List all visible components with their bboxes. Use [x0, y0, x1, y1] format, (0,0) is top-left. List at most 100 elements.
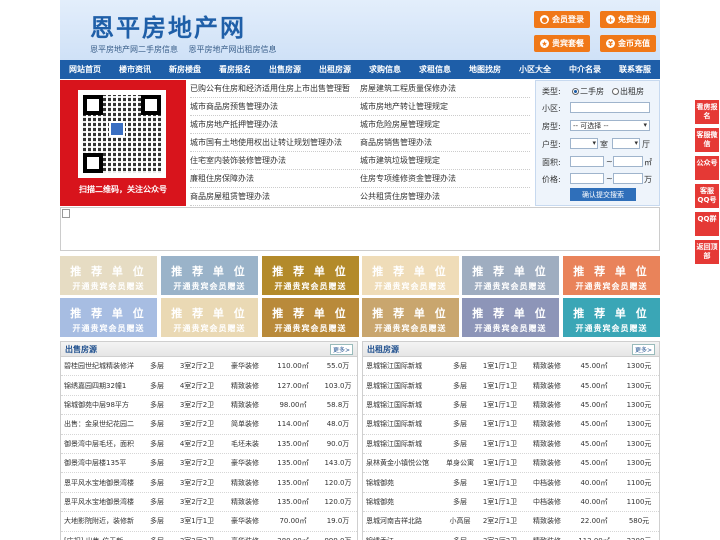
rent-listing-row[interactable]: 恩城锦江国际新城 多层 1室1厅1卫 精致装修 45.00㎡ 1300元	[363, 357, 659, 377]
listing-title[interactable]: 锦绣嘉园四期32幢1	[61, 381, 143, 391]
sale-listing-row[interactable]: 御景湾中层毛坯，面积 多层 4室2厅2卫 毛坯未装 135.00㎡ 90.0万	[61, 435, 357, 454]
listing-title[interactable]: [庆祝] 出售-位于新	[61, 536, 143, 540]
nav-communities[interactable]: 小区大全	[519, 64, 551, 75]
coin-recharge-button[interactable]: ¥ 金币充值	[600, 35, 656, 52]
recommend-unit[interactable]: 推 荐 单 位开通贵宾会员赠送	[563, 256, 660, 295]
type-rental-radio[interactable]: 出租房	[612, 86, 644, 97]
nav-home[interactable]: 网站首页	[69, 64, 101, 75]
rent-listing-row[interactable]: 恩城锦江国际新城 多层 1室1厅1卫 精致装修 45.00㎡ 1300元	[363, 376, 659, 396]
rent-listing-row[interactable]: 锦城御苑 多层 1室1厅1卫 中档装修 40.00㎡ 1100元	[363, 473, 659, 493]
listing-title[interactable]: 锦城御苑	[363, 497, 445, 507]
room-select[interactable]: ▾	[570, 138, 598, 149]
sale-listing-row[interactable]: 御景湾中层楼135平 多层 3室2厅2卫 豪华装修 135.00㎡ 143.0万	[61, 454, 357, 474]
listing-title[interactable]: 恩城锦江国际新城	[363, 361, 445, 371]
listing-title[interactable]: 恩城锦江国际新城	[363, 400, 445, 410]
recommend-unit[interactable]: 推 荐 单 位开通贵宾会员赠送	[262, 256, 359, 295]
nav-viewing-signup[interactable]: 看房报名	[219, 64, 251, 75]
nav-agencies[interactable]: 中介名录	[569, 64, 601, 75]
register-button[interactable]: + 免费注册	[600, 11, 656, 28]
nav-for-rent[interactable]: 出租房源	[319, 64, 351, 75]
nav-new-homes[interactable]: 新房楼盘	[169, 64, 201, 75]
rent-listing-row[interactable]: 恩城锦江国际新城 多层 1室1厅1卫 精致装修 45.00㎡ 1300元	[363, 415, 659, 435]
community-input[interactable]	[570, 102, 650, 113]
service-wechat-float[interactable]: 客服微信	[695, 128, 719, 152]
listing-title[interactable]: 恩城锦江国际新城	[363, 439, 445, 449]
house-type-select[interactable]: -- 可选择 -- ▾	[570, 120, 650, 131]
policy-link[interactable]: 商品房销售管理办法	[360, 137, 530, 148]
nav-for-sale[interactable]: 出售房源	[269, 64, 301, 75]
sale-listing-row[interactable]: 锦绣嘉园四期32幢1 多层 4室2厅2卫 精致装修 127.00㎡ 103.0万	[61, 376, 357, 396]
secondhand-link[interactable]: 恩平房地产网二手房信息	[90, 45, 178, 54]
recommend-unit[interactable]: 推 荐 单 位开通贵宾会员赠送	[462, 298, 559, 337]
recommend-unit[interactable]: 推 荐 单 位开通贵宾会员赠送	[362, 298, 459, 337]
policy-link[interactable]: 公共租赁住房管理办法	[360, 191, 530, 202]
banner-image[interactable]	[60, 207, 660, 251]
rental-link[interactable]: 恩平房地产网出租房信息	[189, 45, 277, 54]
listing-title[interactable]: 恩平风水宝地御景湾楼	[61, 497, 143, 507]
search-submit-button[interactable]: 确认提交搜索	[570, 188, 636, 201]
rent-listing-row[interactable]: 恩城锦江国际新城 多层 1室1厅1卫 精致装修 45.00㎡ 1300元	[363, 435, 659, 454]
policy-link[interactable]: 廉租住房保障办法	[190, 173, 360, 184]
listing-title[interactable]: 锦绣香江	[363, 536, 445, 540]
service-qq-float[interactable]: 客服QQ号	[695, 184, 719, 208]
price-max-input[interactable]	[613, 173, 643, 184]
listing-title[interactable]: 恩城锦江国际新城	[363, 381, 445, 391]
recommend-unit[interactable]: 推 荐 单 位开通贵宾会员赠送	[262, 298, 359, 337]
listing-title[interactable]: 大地影院附近，装修新	[61, 516, 143, 526]
listing-title[interactable]: 锦城御苑中层98平方	[61, 400, 143, 410]
sale-listing-row[interactable]: 大地影院附近，装修新 多层 3室1厅1卫 豪华装修 70.00㎡ 19.0万	[61, 512, 357, 532]
nav-wanted-buy[interactable]: 求购信息	[369, 64, 401, 75]
listing-title[interactable]: 恩城锦江国际新城	[363, 419, 445, 429]
policy-link[interactable]: 城市国有土地使用权出让转让规划管理办法	[190, 137, 360, 148]
rent-listing-row[interactable]: 锦绣香江多层3室2厅2卫精致装修113.00㎡2300元	[363, 532, 659, 540]
policy-link[interactable]: 城市建筑垃圾管理规定	[360, 155, 530, 166]
recommend-unit[interactable]: 推 荐 单 位开通贵宾会员赠送	[161, 256, 258, 295]
policy-link[interactable]: 房屋建筑工程质量保修办法	[360, 83, 530, 94]
policy-link[interactable]: 城市房地产抵押管理办法	[190, 119, 360, 130]
back-to-top-float[interactable]: 返回顶部	[695, 240, 719, 264]
vip-package-button[interactable]: ★ 贵宾套餐	[534, 35, 590, 52]
area-min-input[interactable]	[570, 156, 604, 167]
policy-link[interactable]: 商品房屋租赁管理办法	[190, 191, 360, 202]
sale-more-button[interactable]: 更多>	[329, 343, 353, 355]
nav-news[interactable]: 楼市资讯	[119, 64, 151, 75]
rent-listing-row[interactable]: 锦城御苑 多层 1室1厅1卫 中档装修 40.00㎡ 1100元	[363, 493, 659, 513]
recommend-unit[interactable]: 推 荐 单 位开通贵宾会员赠送	[60, 256, 157, 295]
policy-link[interactable]: 城市商品房预售管理办法	[190, 101, 360, 112]
listing-title[interactable]: 御景湾中层楼135平	[61, 458, 143, 468]
rent-listing-row[interactable]: 恩城河南吉祥北路 小高层 2室2厅1卫 精致装修 22.00㎡ 580元	[363, 512, 659, 532]
listing-title[interactable]: 出售：金泉世纪花园二	[61, 419, 143, 429]
recommend-unit[interactable]: 推 荐 单 位开通贵宾会员赠送	[362, 256, 459, 295]
rent-listing-row[interactable]: 恩城锦江国际新城 多层 1室1厅1卫 精致装修 45.00㎡ 1300元	[363, 396, 659, 416]
policy-link[interactable]: 住宅室内装饰装修管理办法	[190, 155, 360, 166]
policy-link[interactable]: 已购公有住房和经济适用住房上市出售管理暂	[190, 83, 360, 94]
listing-title[interactable]: 碧桂园世纪城精装修洋	[61, 361, 143, 371]
login-button[interactable]: ● 会员登录	[534, 11, 590, 28]
recommend-unit[interactable]: 推 荐 单 位开通贵宾会员赠送	[60, 298, 157, 337]
nav-support[interactable]: 联系客服	[619, 64, 651, 75]
listing-title[interactable]: 恩平风水宝地御景湾楼	[61, 478, 143, 488]
site-logo[interactable]: 恩平房地产网	[90, 8, 246, 43]
sale-listing-row[interactable]: 恩平风水宝地御景湾楼 多层 3室2厅2卫 精致装修 135.00㎡ 120.0万	[61, 473, 357, 493]
qq-group-float[interactable]: QQ群	[695, 212, 719, 236]
nav-wanted-rent[interactable]: 求租信息	[419, 64, 451, 75]
viewing-signup-float[interactable]: 看房报名	[695, 100, 719, 124]
listing-title[interactable]: 泉林黄金小镇悦公馆	[363, 458, 445, 468]
listing-title[interactable]: 御景湾中层毛坯，面积	[61, 439, 143, 449]
area-max-input[interactable]	[613, 156, 643, 167]
sale-listing-row[interactable]: 碧桂园世纪城精装修洋 多层 3室2厅2卫 豪华装修 110.00㎡ 55.0万	[61, 357, 357, 377]
listing-title[interactable]: 恩城河南吉祥北路	[363, 516, 445, 526]
type-secondhand-radio[interactable]: 二手房	[572, 86, 604, 97]
recommend-unit[interactable]: 推 荐 单 位开通贵宾会员赠送	[161, 298, 258, 337]
nav-map[interactable]: 地图找房	[469, 64, 501, 75]
rent-listing-row[interactable]: 泉林黄金小镇悦公馆 单身公寓 1室1厅1卫 精致装修 45.00㎡ 1300元	[363, 454, 659, 474]
recommend-unit[interactable]: 推 荐 单 位开通贵宾会员赠送	[563, 298, 660, 337]
sale-listing-row[interactable]: 锦城御苑中层98平方 多层 3室2厅2卫 精致装修 98.00㎡ 58.8万	[61, 396, 357, 416]
hall-select[interactable]: ▾	[612, 138, 640, 149]
listing-title[interactable]: 锦城御苑	[363, 478, 445, 488]
policy-link[interactable]: 城市房地产转让管理规定	[360, 101, 530, 112]
price-min-input[interactable]	[570, 173, 604, 184]
policy-link[interactable]: 城市危险房屋管理规定	[360, 119, 530, 130]
rent-more-button[interactable]: 更多>	[631, 343, 655, 355]
official-account-float[interactable]: 公众号	[695, 156, 719, 180]
